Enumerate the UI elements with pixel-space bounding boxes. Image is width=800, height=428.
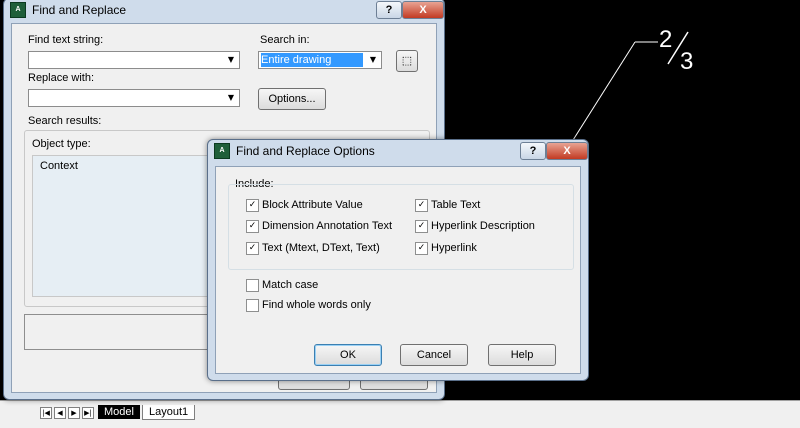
match-case-checkbox[interactable] xyxy=(246,279,259,292)
object-type-label: Object type: xyxy=(32,138,91,150)
search-in-label: Search in: xyxy=(260,34,310,46)
block-attribute-checkbox[interactable]: ✓ xyxy=(246,199,259,212)
select-objects-icon: ⬚ xyxy=(401,55,413,67)
find-text-combo[interactable]: ▼ xyxy=(28,51,240,69)
hyperlink-description-label: Hyperlink Description xyxy=(431,220,535,232)
fraction-numerator: 2 xyxy=(659,26,673,53)
text-checkbox[interactable]: ✓ xyxy=(246,242,259,255)
options-dialog: A Find and Replace Options ? X Include: … xyxy=(207,139,589,381)
replace-with-label: Replace with: xyxy=(28,72,95,84)
match-case-label: Match case xyxy=(262,279,319,291)
search-in-value: Entire drawing xyxy=(261,53,363,67)
find-text-label: Find text string: xyxy=(28,34,104,46)
chevron-down-icon[interactable]: ▼ xyxy=(367,55,379,65)
table-text-label: Table Text xyxy=(431,199,481,211)
last-tab-icon[interactable]: ▶| xyxy=(82,407,94,419)
replace-with-combo[interactable]: ▼ xyxy=(28,89,240,107)
options-title: Find and Replace Options xyxy=(236,144,375,158)
fraction-denominator: 3 xyxy=(680,48,694,75)
tab-layout1[interactable]: Layout1 xyxy=(142,405,196,420)
autocad-app-icon: A xyxy=(214,143,230,159)
close-caption-button[interactable]: X xyxy=(546,142,588,160)
dimension-annotation-checkbox[interactable]: ✓ xyxy=(246,220,259,233)
options-body: Include: ✓ Block Attribute Value ✓ Dimen… xyxy=(215,166,581,374)
autocad-app-icon: A xyxy=(10,2,26,18)
ok-button[interactable]: OK xyxy=(314,344,382,366)
chevron-down-icon[interactable]: ▼ xyxy=(225,55,237,65)
help-caption-button[interactable]: ? xyxy=(520,142,546,160)
replace-with-value xyxy=(31,91,221,105)
options-button[interactable]: Options... xyxy=(258,88,326,110)
hyperlink-label: Hyperlink xyxy=(431,242,477,254)
whole-words-label: Find whole words only xyxy=(262,299,371,311)
select-objects-button[interactable]: ⬚ xyxy=(396,50,418,72)
dimension-annotation-label: Dimension Annotation Text xyxy=(262,220,393,232)
previous-tab-icon[interactable]: ◀ xyxy=(54,407,66,419)
help-caption-button[interactable]: ? xyxy=(376,1,402,19)
block-attribute-label: Block Attribute Value xyxy=(262,199,363,211)
find-replace-title: Find and Replace xyxy=(32,3,127,17)
cancel-button[interactable]: Cancel xyxy=(400,344,468,366)
find-text-value xyxy=(31,53,221,67)
whole-words-checkbox[interactable] xyxy=(246,299,259,312)
hyperlink-description-checkbox[interactable]: ✓ xyxy=(415,220,428,233)
help-button[interactable]: Help xyxy=(488,344,556,366)
first-tab-icon[interactable]: |◀ xyxy=(40,407,52,419)
close-caption-button[interactable]: X xyxy=(402,1,444,19)
chevron-down-icon[interactable]: ▼ xyxy=(225,93,237,103)
context-column-header: Context xyxy=(40,160,78,172)
search-in-combo[interactable]: Entire drawing ▼ xyxy=(258,51,382,69)
search-results-label: Search results: xyxy=(28,115,102,127)
tab-model[interactable]: Model xyxy=(98,405,140,419)
text-label: Text (Mtext, DText, Text) xyxy=(262,242,380,254)
next-tab-icon[interactable]: ▶ xyxy=(68,407,80,419)
layout-tab-bar: |◀ ◀ ▶ ▶| Model Layout1 xyxy=(0,400,800,428)
hyperlink-checkbox[interactable]: ✓ xyxy=(415,242,428,255)
table-text-checkbox[interactable]: ✓ xyxy=(415,199,428,212)
